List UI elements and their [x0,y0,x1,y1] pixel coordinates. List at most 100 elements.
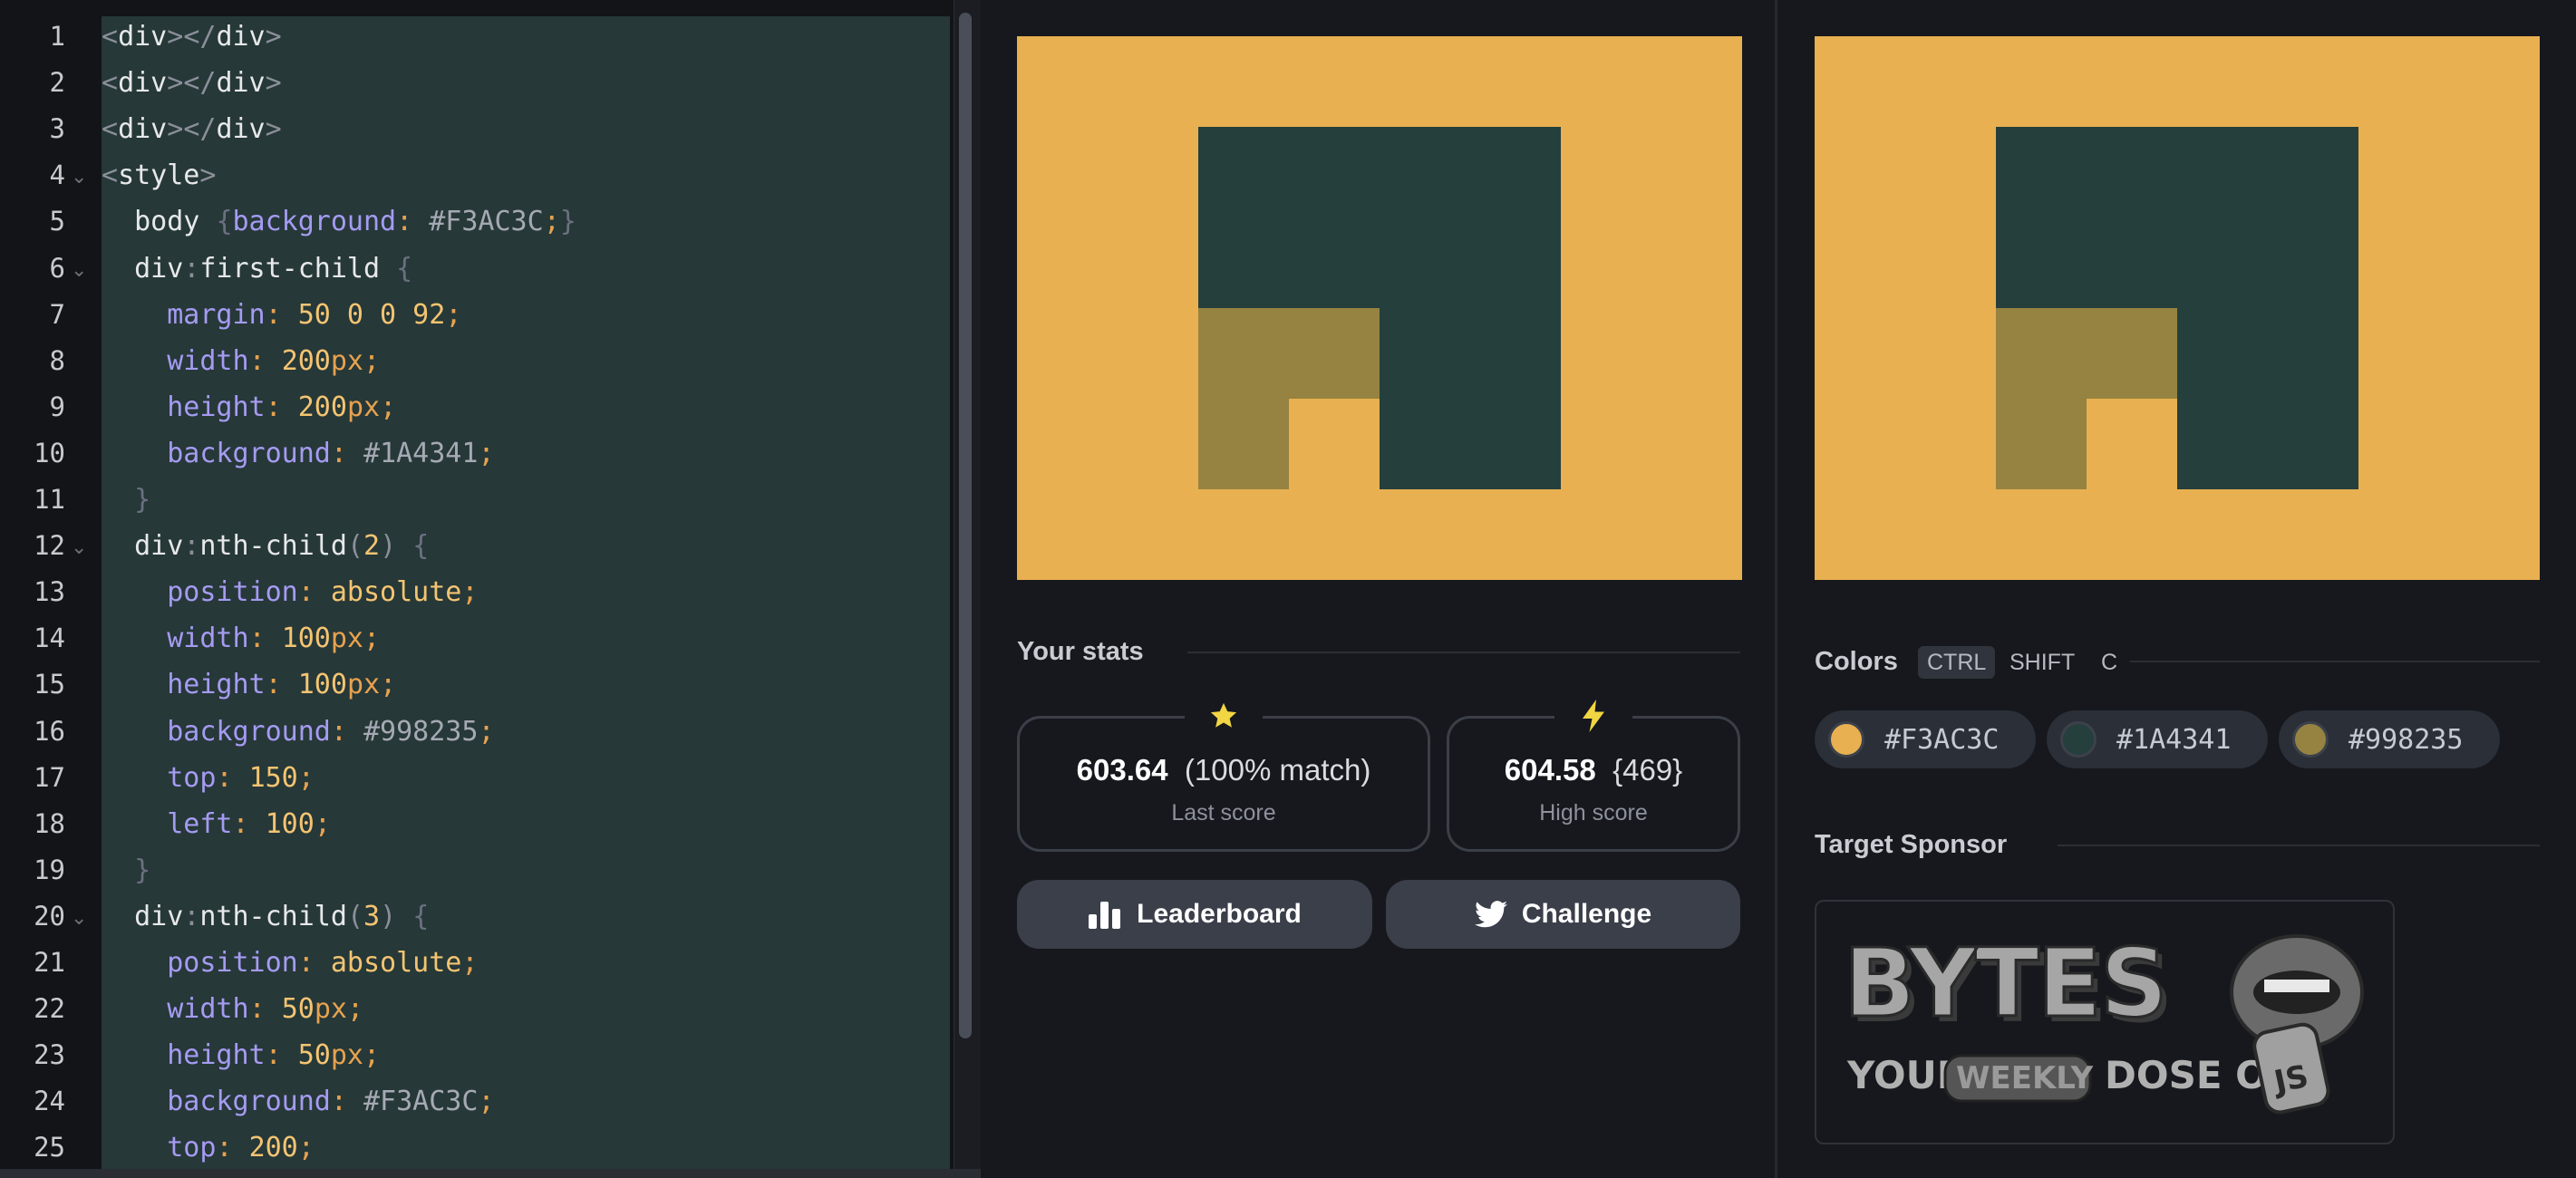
target-small-square [2087,399,2177,489]
twitter-icon [1474,901,1507,928]
fold-chevron-icon[interactable]: ⌄ [71,152,89,198]
editor-scrollbar-thumb[interactable] [959,13,972,1038]
line-number: 24 [34,1086,65,1117]
line-number: 2 [49,67,65,99]
code-line[interactable]: width: 50px; [102,986,363,1032]
fold-chevron-icon[interactable]: ⌄ [71,246,89,292]
code-line[interactable]: position: absolute; [102,940,478,986]
star-icon [1185,695,1263,737]
line-number: 14 [34,623,65,654]
leaderboard-button[interactable]: Leaderboard [1017,880,1372,949]
stats-title: Your stats [1017,637,1144,666]
code-area[interactable]: <div></div> <div></div> <div></div> <style>… [102,16,950,1178]
code-editor[interactable]: 1 2 3 4 ⌄ 5 6 ⌄ 7 8 9 10 11 12 ⌄ 13 14 15 16 17 18 19 20 ⌄ 21 22 2… [0,0,981,1178]
line-number: 8 [49,344,65,376]
code-line[interactable]: background: #F3AC3C; [102,1078,494,1125]
line-number: 17 [34,761,65,793]
logo-word: BYTES [1844,928,2166,1038]
fold-chevron-icon[interactable]: ⌄ [71,523,89,569]
sponsor-card[interactable]: BYTES BYTES YOUR WEEKLY DOSE OF JS [1815,900,2395,1144]
code-line[interactable]: } [102,477,150,523]
color-swatch-dot [2060,721,2097,758]
last-score-card: 603.64 (100% match) Last score [1017,695,1430,852]
line-number: 11 [34,484,65,515]
leaderboard-label: Leaderboard [1137,899,1302,929]
code-line[interactable]: <div></div> [102,60,282,106]
code-line[interactable]: width: 100px; [102,615,380,661]
line-number: 6 [49,252,65,284]
target-image[interactable] [1815,36,2540,580]
colors-rule [2130,661,2540,662]
fold-chevron-icon[interactable]: ⌄ [71,893,89,940]
high-score-extra: {469} [1612,753,1683,787]
code-line[interactable]: <div></div> [102,16,282,60]
bar-chart-icon [1089,902,1121,929]
code-line[interactable]: div:first-child { [102,246,412,292]
css-battle-app: 1 2 3 4 ⌄ 5 6 ⌄ 7 8 9 10 11 12 ⌄ 13 14 15 16 17 18 19 20 ⌄ 21 22 2… [0,0,2576,1178]
line-number: 9 [49,391,65,422]
challenge-button[interactable]: Challenge [1386,880,1740,949]
code-line[interactable]: margin: 50 0 0 92; [102,292,461,338]
code-line[interactable]: background: #1A4341; [102,430,494,477]
color-swatch-dot [2292,721,2329,758]
color-chip-998235[interactable]: #998235 [2279,710,2500,768]
line-number: 12 [34,530,65,562]
output-small-square [1289,399,1380,489]
code-line[interactable]: position: absolute; [102,569,478,615]
code-line[interactable]: height: 100px; [102,661,396,708]
shift-key: SHIFT [2009,650,2076,675]
line-number: 13 [34,576,65,608]
line-number: 7 [49,298,65,330]
color-swatch-dot [1828,721,1864,758]
color-chip-1a4341[interactable]: #1A4341 [2047,710,2268,768]
last-score-label: Last score [1171,800,1276,826]
line-number: 19 [34,854,65,885]
line-number: 21 [34,947,65,978]
color-hex-label: #1A4341 [2116,723,2232,756]
stats-rule [1187,652,1740,653]
last-score-value: 603.64 [1076,753,1168,787]
line-number: 18 [34,807,65,839]
tagline-weekly: WEEKLY [1956,1060,2094,1096]
high-score-label: High score [1539,800,1648,826]
line-number-gutter: 1 2 3 4 ⌄ 5 6 ⌄ 7 8 9 10 11 12 ⌄ 13 14 15 16 17 18 19 20 ⌄ 21 22 2… [0,0,102,1178]
line-number: 1 [49,21,65,52]
last-score-match: (100% match) [1184,753,1371,787]
code-line[interactable]: height: 50px; [102,1032,380,1078]
code-line[interactable]: width: 200px; [102,338,380,384]
code-line[interactable]: background: #998235; [102,709,494,755]
challenge-label: Challenge [1521,899,1652,929]
line-number: 5 [49,206,65,237]
high-score-value: 604.58 [1504,753,1596,787]
color-chip-f3ac3c[interactable]: #F3AC3C [1815,710,2036,768]
code-line[interactable]: height: 200px; [102,384,396,430]
editor-bottom-bar [0,1169,981,1178]
colors-title: Colors [1815,647,1898,676]
line-number: 3 [49,113,65,145]
code-line[interactable]: <div></div> [102,106,282,152]
c-key: C [2101,650,2118,675]
line-number: 25 [34,1132,65,1164]
line-number: 4 [49,159,65,191]
code-line[interactable]: div:nth-child(2) { [102,523,429,569]
line-number: 22 [34,993,65,1025]
high-score-card: 604.58 {469} High score [1447,695,1740,852]
code-line[interactable]: top: 200; [102,1125,315,1171]
sponsor-rule [2058,845,2540,846]
bytes-logo: BYTES BYTES YOUR WEEKLY DOSE OF JS [1843,927,2364,1115]
code-line[interactable]: top: 150; [102,755,315,801]
code-line[interactable]: <style> [102,152,216,198]
lightning-icon [1554,695,1632,737]
line-number: 16 [34,715,65,747]
line-number: 20 [34,900,65,932]
line-number: 15 [34,669,65,700]
code-line[interactable]: left: 100; [102,801,331,847]
line-number: 10 [34,437,65,468]
color-hex-label: #F3AC3C [1884,723,2000,756]
code-line[interactable]: body {background: #F3AC3C;} [102,198,576,245]
sponsor-title: Target Sponsor [1815,830,2008,859]
code-line[interactable]: } [102,847,150,893]
ctrl-key: CTRL [1918,646,1996,679]
output-preview[interactable] [1017,36,1742,580]
code-line[interactable]: div:nth-child(3) { [102,893,429,940]
